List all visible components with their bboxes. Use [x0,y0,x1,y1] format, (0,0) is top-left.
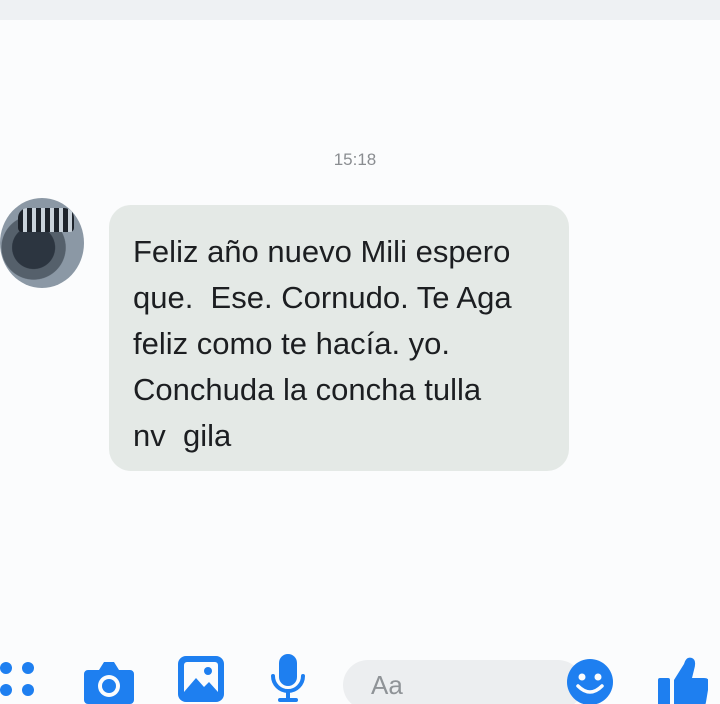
thumbs-up-icon[interactable] [656,654,708,704]
message-composer [0,640,720,704]
more-options-icon[interactable] [0,662,40,702]
emoji-icon[interactable] [566,658,614,704]
camera-icon[interactable] [84,658,134,704]
sender-avatar[interactable] [0,198,84,288]
received-message-bubble[interactable]: Feliz año nuevo Mili espero que. Ese. Co… [109,205,569,471]
message-timestamp: 15:18 [333,150,377,169]
microphone-icon[interactable] [268,652,308,704]
message-text: Feliz año nuevo Mili espero que. Ese. Co… [133,234,512,453]
message-input[interactable] [343,660,583,704]
avatar-image-detail [18,208,74,232]
messenger-chat-screen: 15:18 Feliz año nuevo Mili espero que. E… [0,0,720,704]
top-bar [0,0,720,20]
photo-icon[interactable] [176,654,226,704]
